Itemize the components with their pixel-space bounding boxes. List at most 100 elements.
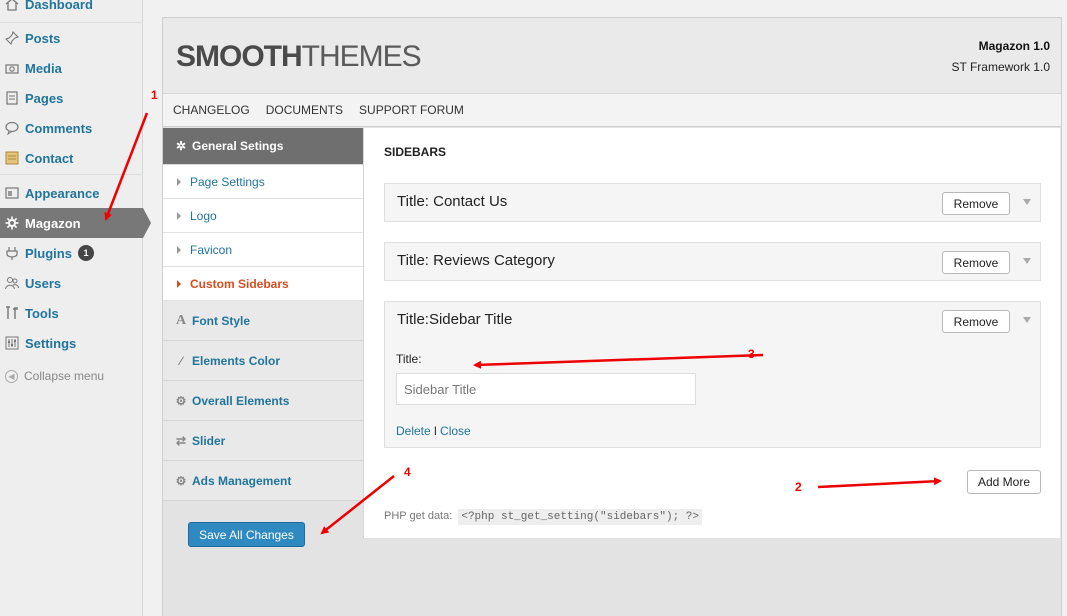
sidebar-row-expanded[interactable]: Title:Sidebar Title Remove Title: Delete…: [384, 301, 1041, 448]
subnav-label: Custom Sidebars: [190, 276, 289, 291]
menu-item-contact[interactable]: Contact: [0, 143, 143, 173]
menu-label: Tools: [25, 305, 59, 321]
triangle-right-icon: [177, 177, 181, 186]
subnav-page-settings[interactable]: Page Settings: [163, 165, 363, 199]
subnav-favicon[interactable]: Favicon: [163, 233, 363, 267]
settings-nav-ads-management[interactable]: ⚙ Ads Management: [163, 461, 363, 501]
chevron-down-icon[interactable]: [1023, 317, 1031, 323]
menu-item-plugins[interactable]: Plugins 1: [0, 238, 143, 268]
logo-light-text: THEMES: [301, 40, 422, 73]
close-link[interactable]: Close: [440, 424, 471, 438]
remove-button[interactable]: Remove: [942, 251, 1010, 274]
subnav-label: Favicon: [190, 242, 233, 257]
admin-menu: Dashboard Posts Media Pages Comments Con…: [0, 0, 151, 616]
section-title: SIDEBARS: [384, 145, 447, 159]
subnav-custom-sidebars[interactable]: Custom Sidebars: [163, 267, 363, 301]
menu-item-posts[interactable]: Posts: [0, 23, 143, 53]
settings-nav-label: Elements Color: [192, 353, 281, 368]
tools-icon: [5, 306, 19, 320]
settings-nav-label: Overall Elements: [192, 393, 290, 408]
menu-item-media[interactable]: Media: [0, 53, 143, 83]
menu-item-comments[interactable]: Comments: [0, 113, 143, 143]
arrows-icon: ⇄: [175, 433, 187, 448]
subnav-label: Logo: [190, 208, 217, 223]
settings-nav-overall-elements[interactable]: ⚙ Overall Elements: [163, 381, 363, 421]
top-nav: CHANGELOG DOCUMENTS SUPPORT FORUM: [163, 93, 1061, 127]
wand-icon: ⁄: [179, 353, 182, 368]
home-icon: [5, 0, 19, 11]
settings-nav-label: Font Style: [192, 313, 251, 328]
subnav-logo[interactable]: Logo: [163, 199, 363, 233]
subnav-label: Page Settings: [190, 174, 265, 189]
settings-nav-general[interactable]: ✲ General Setings: [163, 128, 363, 165]
annotation-number-1: 1: [151, 88, 158, 102]
sidebars-content: SIDEBARS Title: Contact Us Remove Title:…: [363, 128, 1060, 538]
update-count-badge: 1: [77, 245, 94, 261]
menu-item-users[interactable]: Users: [0, 268, 143, 298]
menu-item-appearance[interactable]: Appearance: [0, 178, 143, 208]
sliders-icon: [5, 336, 19, 350]
appearance-icon: [5, 186, 19, 200]
remove-button[interactable]: Remove: [942, 310, 1010, 333]
sidebar-title: Title:Sidebar Title: [397, 311, 513, 328]
gears-icon: ⚙: [175, 393, 187, 408]
collapse-arrow-icon: ◀: [5, 369, 18, 383]
sidebar-title-input[interactable]: [396, 373, 696, 405]
menu-label: Contact: [25, 150, 74, 166]
smooththemes-logo: SMOOTHTHEMES: [176, 40, 422, 74]
remove-button[interactable]: Remove: [942, 192, 1010, 215]
panel-header: SMOOTHTHEMES Magazon 1.0 ST Framework 1.…: [163, 18, 1061, 93]
php-code-snippet: <?php st_get_setting("sidebars"); ?>: [458, 509, 702, 525]
add-more-button[interactable]: Add More: [967, 470, 1041, 494]
framework-version: ST Framework 1.0: [951, 60, 1050, 74]
menu-item-magazon[interactable]: Magazon: [0, 208, 151, 238]
annotation-number-3: 3: [748, 347, 755, 361]
delete-link[interactable]: Delete: [396, 424, 431, 438]
sidebar-row[interactable]: Title: Contact Us Remove: [384, 183, 1041, 222]
triangle-right-icon: [177, 279, 181, 288]
nav-documents[interactable]: DOCUMENTS: [266, 103, 343, 117]
theme-version: Magazon 1.0: [978, 39, 1050, 53]
php-label: PHP get data:: [384, 510, 453, 522]
save-all-changes-button[interactable]: Save All Changes: [188, 522, 305, 547]
menu-label: Magazon: [25, 215, 81, 231]
users-icon: [5, 276, 19, 290]
pages-icon: [5, 91, 19, 105]
comment-icon: [5, 121, 19, 135]
settings-nav-slider[interactable]: ⇄ Slider: [163, 421, 363, 461]
triangle-right-icon: [177, 245, 181, 254]
menu-item-dashboard[interactable]: Dashboard: [0, 0, 143, 19]
menu-item-pages[interactable]: Pages: [0, 83, 143, 113]
collapse-label: Collapse menu: [24, 369, 105, 383]
plug-icon: [5, 246, 19, 260]
nav-support-forum[interactable]: SUPPORT FORUM: [359, 103, 464, 117]
annotation-number-4: 4: [404, 465, 411, 479]
annotation-number-2: 2: [795, 480, 802, 494]
chevron-down-icon[interactable]: [1023, 199, 1031, 205]
menu-label: Dashboard: [25, 0, 93, 12]
menu-divider: [0, 174, 143, 175]
menu-item-tools[interactable]: Tools: [0, 298, 143, 328]
settings-nav-label: General Setings: [192, 139, 284, 153]
camera-icon: [5, 61, 19, 75]
sidebar-title: Title: Reviews Category: [397, 252, 555, 269]
sidebar-row[interactable]: Title: Reviews Category Remove: [384, 242, 1041, 281]
menu-label: Comments: [25, 120, 93, 136]
php-get-data: PHP get data: <?php st_get_setting("side…: [384, 509, 702, 525]
menu-item-settings[interactable]: Settings: [0, 328, 143, 358]
triangle-right-icon: [177, 211, 181, 220]
contact-icon: [5, 151, 19, 165]
link-separator: I: [433, 424, 438, 438]
title-field-label: Title:: [396, 352, 422, 366]
menu-label: Settings: [25, 335, 77, 351]
sidebar-title: Title: Contact Us: [397, 193, 508, 210]
gear-icon: [5, 216, 19, 230]
nav-changelog[interactable]: CHANGELOG: [173, 103, 250, 117]
collapse-menu-button[interactable]: ◀ Collapse menu: [0, 361, 143, 391]
settings-nav-font-style[interactable]: A Font Style: [163, 301, 363, 341]
chevron-down-icon[interactable]: [1023, 258, 1031, 264]
settings-nav-elements-color[interactable]: ⁄ Elements Color: [163, 341, 363, 381]
sidebar-actions: Delete I Close: [396, 424, 471, 438]
menu-label: Posts: [25, 30, 61, 46]
pin-icon: [5, 31, 19, 45]
